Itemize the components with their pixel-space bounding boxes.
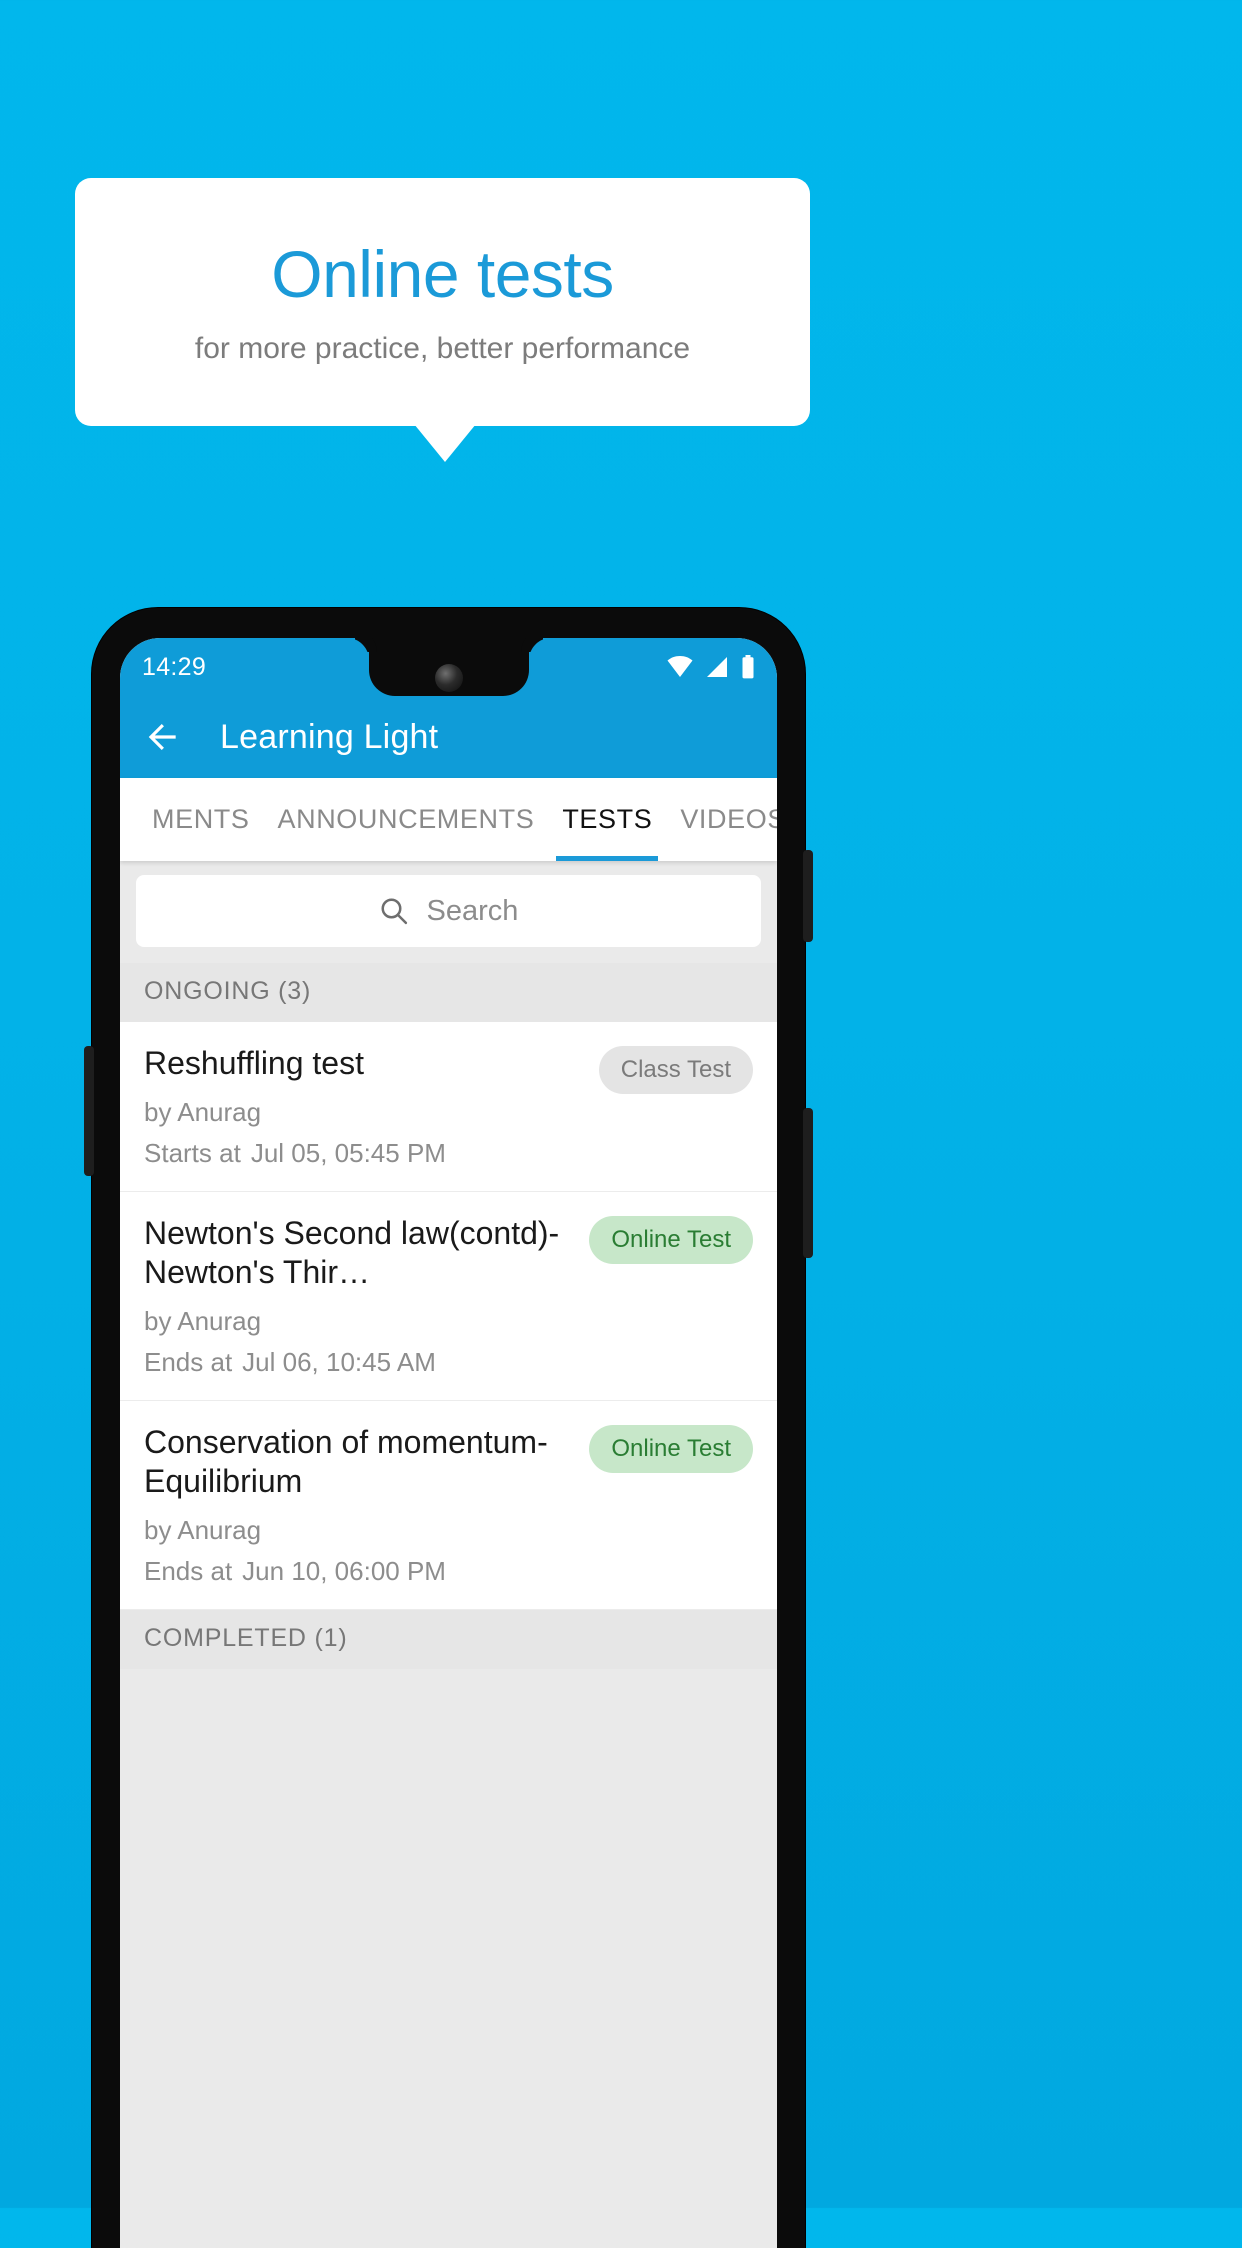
- app-bar: Learning Light: [120, 696, 777, 778]
- test-time-value: Jun 10, 06:00 PM: [242, 1556, 446, 1587]
- test-item-info: Conservation of momentum-Equilibrium by …: [144, 1423, 577, 1587]
- phone-mockup: 14:29 Learning Light MENTS ANNOUNCEMENTS…: [84, 608, 813, 2248]
- test-time: Ends at Jun 10, 06:00 PM: [144, 1556, 577, 1587]
- status-time: 14:29: [142, 652, 207, 681]
- test-time-label: Ends at: [144, 1556, 233, 1587]
- phone-volume-button: [803, 1108, 813, 1258]
- search-container: Search: [120, 861, 777, 963]
- front-camera-icon: [434, 664, 463, 692]
- section-header-ongoing: ONGOING (3): [120, 963, 777, 1022]
- test-item-info: Reshuffling test by Anurag Starts at Jul …: [144, 1044, 587, 1169]
- promo-subtitle: for more practice, better performance: [194, 332, 691, 366]
- test-author: by Anurag: [144, 1306, 262, 1337]
- test-type-badge: Online Test: [589, 1425, 753, 1474]
- tab-announcements[interactable]: ANNOUNCEMENTS: [264, 778, 549, 861]
- tab-bar: MENTS ANNOUNCEMENTS TESTS VIDEOS: [120, 778, 777, 861]
- wifi-icon: [667, 656, 693, 677]
- test-time-value: Jul 06, 10:45 AM: [242, 1347, 436, 1378]
- test-time-label: Starts at: [144, 1138, 241, 1169]
- status-icons: [667, 655, 755, 679]
- test-title: Conservation of momentum-Equilibrium: [144, 1424, 548, 1500]
- promo-title: Online tests: [271, 236, 614, 311]
- phone-screen: 14:29 Learning Light MENTS ANNOUNCEMENTS…: [120, 638, 777, 2248]
- test-list-item[interactable]: Newton's Second law(contd)-Newton's Thir…: [120, 1192, 777, 1402]
- test-time: Ends at Jul 06, 10:45 AM: [144, 1347, 577, 1378]
- tab-ments[interactable]: MENTS: [138, 778, 264, 861]
- phone-power-button: [803, 850, 813, 942]
- app-bar-title: Learning Light: [220, 717, 439, 756]
- test-author: by Anurag: [144, 1515, 262, 1546]
- test-time: Starts at Jul 05, 05:45 PM: [144, 1138, 587, 1169]
- cellular-signal-icon: [707, 657, 727, 677]
- promo-callout-card: Online tests for more practice, better p…: [75, 178, 810, 426]
- search-icon: [381, 898, 407, 925]
- battery-icon: [742, 655, 754, 679]
- test-title: Newton's Second law(contd)-Newton's Thir…: [144, 1215, 560, 1291]
- phone-assistant-button: [84, 1046, 94, 1176]
- search-input[interactable]: Search: [136, 875, 761, 947]
- tab-videos[interactable]: VIDEOS: [666, 778, 777, 861]
- back-arrow-icon[interactable]: [144, 718, 182, 756]
- test-title: Reshuffling test: [144, 1045, 364, 1081]
- test-type-badge: Class Test: [598, 1046, 753, 1094]
- test-author: by Anurag: [144, 1097, 262, 1128]
- tests-content: Search ONGOING (3) Reshuffling test by A…: [120, 861, 777, 2248]
- test-type-badge: Online Test: [589, 1216, 753, 1265]
- test-list-item[interactable]: Reshuffling test by Anurag Starts at Jul …: [120, 1022, 777, 1193]
- tab-tests[interactable]: TESTS: [548, 778, 666, 861]
- promo-callout-tail: [414, 424, 476, 462]
- test-item-info: Newton's Second law(contd)-Newton's Thir…: [144, 1214, 577, 1378]
- test-list-item[interactable]: Conservation of momentum-Equilibrium by …: [120, 1401, 777, 1611]
- test-time-label: Ends at: [144, 1347, 233, 1378]
- search-placeholder: Search: [426, 894, 519, 927]
- test-time-value: Jul 05, 05:45 PM: [250, 1138, 446, 1169]
- section-header-completed: COMPLETED (1): [120, 1610, 777, 1670]
